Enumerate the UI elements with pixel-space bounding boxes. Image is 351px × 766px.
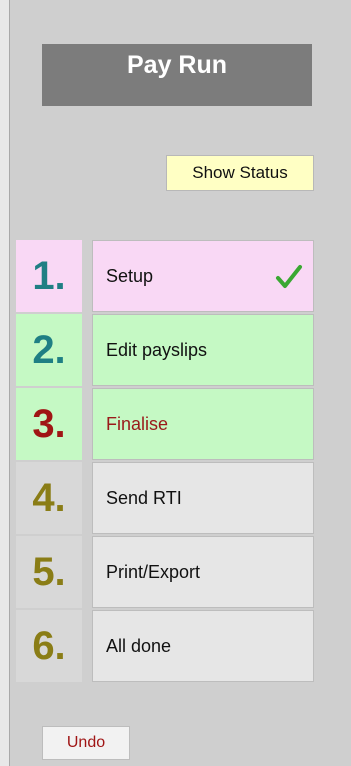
step-3[interactable]: 3. Finalise	[16, 388, 316, 460]
step-label-text: Send RTI	[106, 487, 182, 508]
step-6[interactable]: 6. All done	[16, 610, 316, 682]
step-label-text: Edit payslips	[106, 339, 208, 360]
step-label[interactable]: All done	[92, 610, 314, 682]
checkmark-icon	[276, 265, 302, 288]
pay-run-steps: 1. Setup 2. Edit payslips 3. Finalise 4.…	[16, 240, 316, 684]
step-number: 6.	[16, 610, 82, 682]
step-label-text: Setup	[106, 265, 154, 286]
show-status-button[interactable]: Show Status	[166, 155, 314, 191]
step-number: 2.	[16, 314, 82, 386]
panel-title: Pay Run	[42, 44, 312, 106]
step-label[interactable]: Print/Export	[92, 536, 314, 608]
step-label[interactable]: Send RTI	[92, 462, 314, 534]
step-label-text: Print/Export	[106, 561, 201, 582]
step-label[interactable]: Edit payslips	[92, 314, 314, 386]
step-number: 3.	[16, 388, 82, 460]
step-label-text: Finalise	[106, 413, 169, 434]
step-5[interactable]: 5. Print/Export	[16, 536, 316, 608]
step-2[interactable]: 2. Edit payslips	[16, 314, 316, 386]
undo-button[interactable]: Undo	[42, 726, 130, 760]
step-number: 1.	[16, 240, 82, 312]
step-label-text: All done	[106, 635, 172, 656]
window-edge	[0, 0, 10, 766]
step-4[interactable]: 4. Send RTI	[16, 462, 316, 534]
step-1[interactable]: 1. Setup	[16, 240, 316, 312]
step-number: 4.	[16, 462, 82, 534]
step-label[interactable]: Finalise	[92, 388, 314, 460]
step-label[interactable]: Setup	[92, 240, 314, 312]
step-number: 5.	[16, 536, 82, 608]
